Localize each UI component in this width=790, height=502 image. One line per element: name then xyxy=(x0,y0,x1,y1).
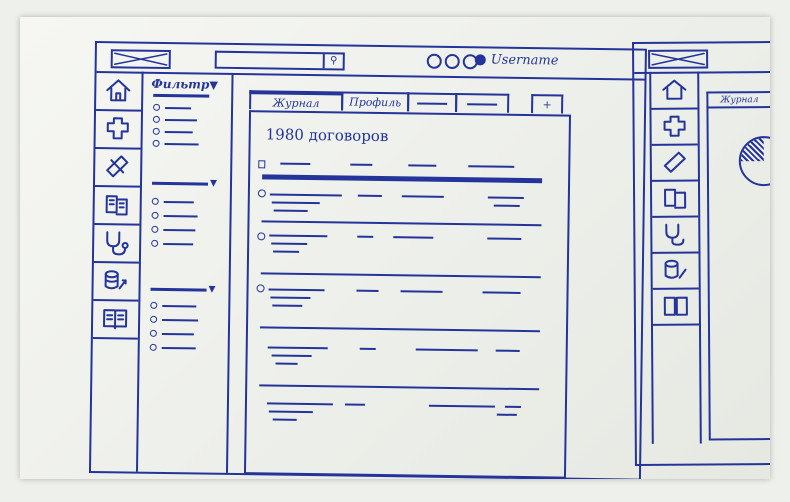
documents-icon xyxy=(664,188,687,209)
search-icon[interactable]: ⚲ xyxy=(322,54,343,69)
username-label[interactable]: Username xyxy=(491,53,559,69)
table-row[interactable] xyxy=(258,384,540,445)
tab-profile[interactable]: Профиль xyxy=(341,91,410,112)
secondary-top-bar xyxy=(634,42,770,74)
filter-group-header[interactable] xyxy=(150,287,207,292)
dot-icon[interactable] xyxy=(426,53,442,69)
sidebar-item-documents[interactable] xyxy=(651,179,699,218)
table-header xyxy=(258,160,548,170)
filter-title: Фильтр xyxy=(151,76,210,92)
sidebar-item-finance[interactable] xyxy=(652,251,699,290)
filter-option[interactable] xyxy=(152,115,213,125)
filter-option[interactable] xyxy=(151,239,211,249)
contracts-count: 1980 договоров xyxy=(265,125,389,146)
secondary-window: Журнал xyxy=(632,40,770,466)
sidebar-item-book[interactable] xyxy=(652,287,699,326)
sidebar-item-home[interactable] xyxy=(96,71,142,112)
row-checkbox[interactable] xyxy=(256,284,265,293)
tab-placeholder[interactable] xyxy=(407,92,458,113)
paper-sheet: ⚲ Username Фильтр ▼ ▼ ▼ Журнал Профиль +… xyxy=(20,17,770,479)
logo-placeholder[interactable] xyxy=(648,49,709,69)
filter-option[interactable] xyxy=(151,197,212,207)
main-window: ⚲ Username Фильтр ▼ ▼ ▼ Журнал Профиль +… xyxy=(88,41,647,479)
content-area: Журнал Профиль + 1980 договоров xyxy=(226,73,645,479)
puzzle-icon xyxy=(106,117,129,140)
documents-icon xyxy=(105,195,128,216)
bandage-icon xyxy=(106,155,129,178)
filter-option[interactable] xyxy=(150,301,210,311)
notification-dots xyxy=(426,53,478,70)
filter-option[interactable] xyxy=(149,329,210,339)
icon-sidebar xyxy=(90,71,144,472)
select-all-checkbox[interactable] xyxy=(258,160,266,169)
sidebar-item-book[interactable] xyxy=(92,299,139,340)
avatar[interactable] xyxy=(474,54,486,66)
table-row[interactable] xyxy=(259,326,541,387)
book-icon xyxy=(663,296,688,316)
stethoscope-icon xyxy=(106,231,129,256)
table-row[interactable] xyxy=(256,272,541,333)
sidebar-item-documents[interactable] xyxy=(94,185,140,226)
search-input[interactable]: ⚲ xyxy=(214,50,345,71)
puzzle-icon xyxy=(663,115,686,137)
row-checkbox[interactable] xyxy=(257,232,266,241)
filter-option[interactable] xyxy=(151,211,212,221)
filter-option[interactable] xyxy=(151,225,211,235)
row-checkbox[interactable] xyxy=(257,189,266,198)
house-icon xyxy=(106,79,131,102)
add-tab-button[interactable]: + xyxy=(531,94,564,114)
chevron-down-icon[interactable]: ▼ xyxy=(210,179,217,189)
tab-placeholder[interactable] xyxy=(455,93,510,113)
filter-option[interactable] xyxy=(152,139,213,149)
filter-option[interactable] xyxy=(150,315,210,325)
journal-panel: 1980 договоров xyxy=(243,110,572,479)
sidebar-item-puzzle[interactable] xyxy=(651,107,698,146)
dot-icon[interactable] xyxy=(444,53,460,70)
sidebar-item-finance[interactable] xyxy=(93,261,139,302)
sidebar-item-puzzle[interactable] xyxy=(95,109,142,150)
secondary-panel xyxy=(706,105,770,441)
table-row[interactable] xyxy=(257,220,542,281)
logo-placeholder[interactable] xyxy=(110,49,171,70)
filter-panel: Фильтр ▼ ▼ ▼ xyxy=(135,71,234,473)
tab-journal[interactable]: Журнал xyxy=(249,90,344,111)
coins-icon xyxy=(664,259,687,279)
sidebar-item-bandage[interactable] xyxy=(94,147,141,188)
sidebar-item-stethoscope[interactable] xyxy=(652,215,699,254)
pie-chart-placeholder xyxy=(738,135,770,187)
filter-group-header[interactable] xyxy=(153,93,210,98)
filter-option[interactable] xyxy=(153,103,213,113)
stethoscope-icon xyxy=(665,223,685,246)
filter-option[interactable] xyxy=(149,343,210,353)
sidebar-item-stethoscope[interactable] xyxy=(93,223,140,264)
filter-option[interactable] xyxy=(152,127,213,137)
secondary-icon-sidebar xyxy=(649,71,702,444)
sidebar-item-home[interactable] xyxy=(651,71,698,110)
sidebar-item-bandage[interactable] xyxy=(651,143,698,182)
bandage-icon xyxy=(663,151,686,173)
filter-group-header[interactable] xyxy=(151,181,209,186)
house-icon xyxy=(662,79,687,100)
chevron-down-icon[interactable]: ▼ xyxy=(208,285,215,295)
coins-icon xyxy=(104,270,127,290)
book-icon xyxy=(103,309,128,330)
funnel-icon[interactable]: ▼ xyxy=(209,79,218,92)
